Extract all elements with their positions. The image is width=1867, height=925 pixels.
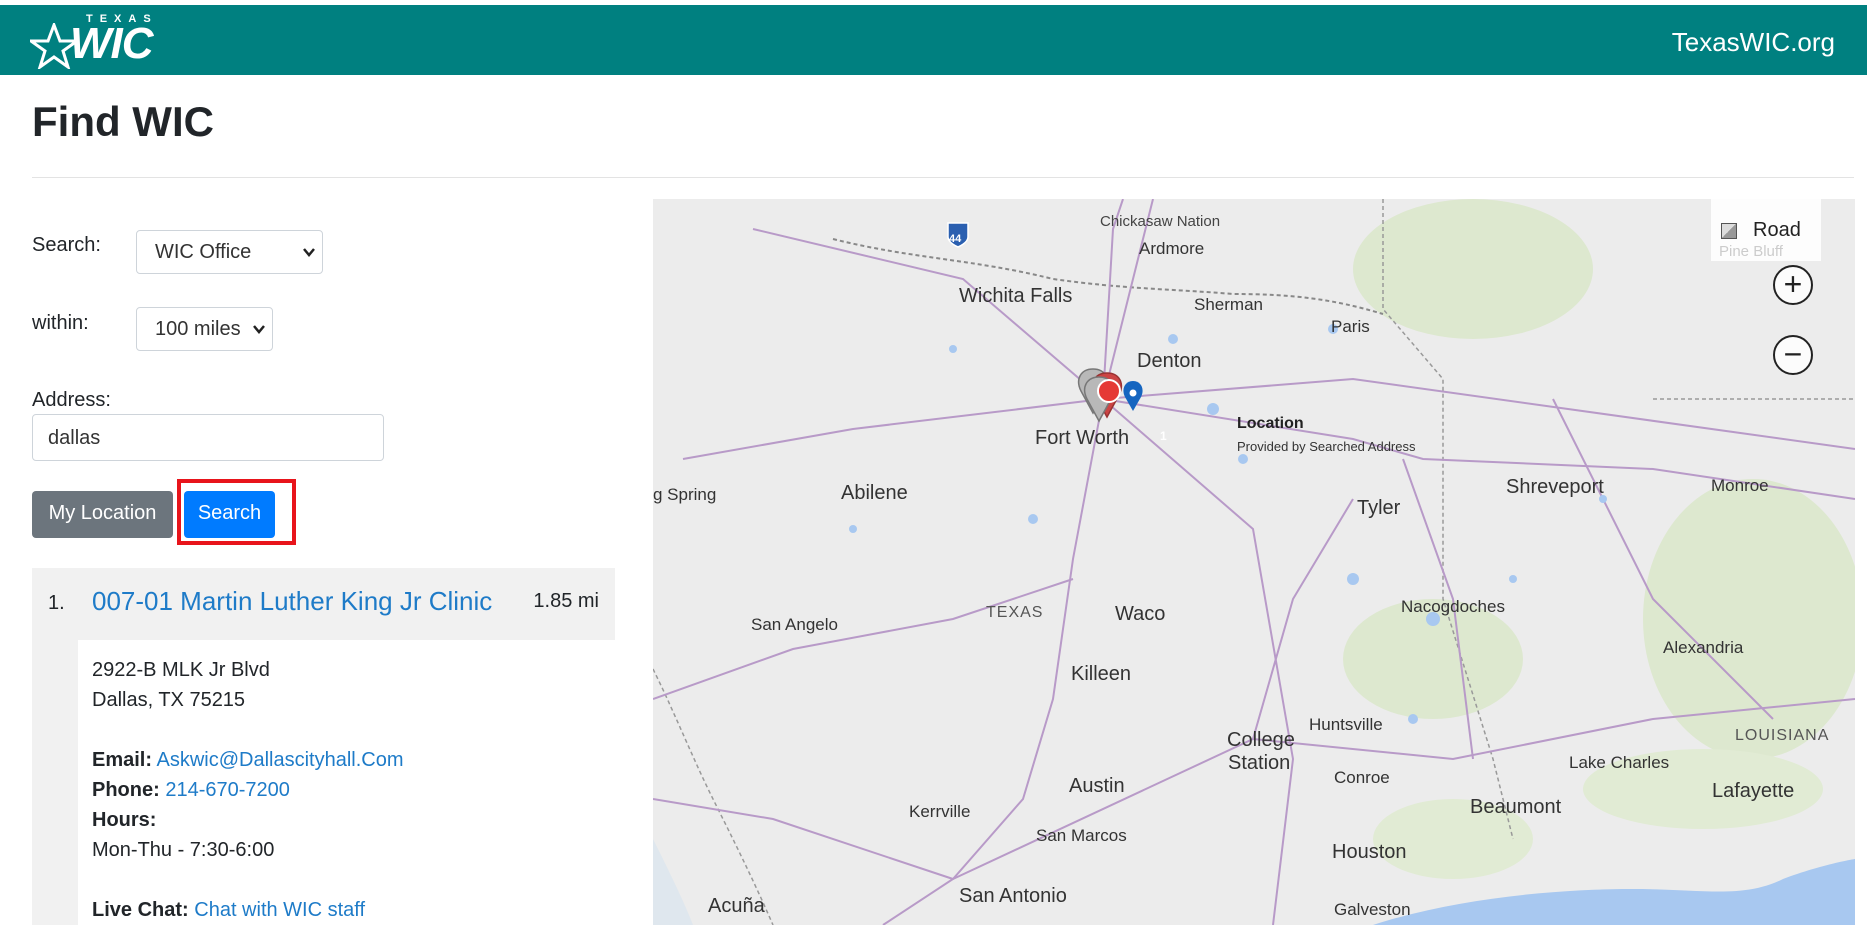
- marker-count: 1: [1160, 429, 1167, 443]
- chat-label: Live Chat:: [92, 899, 189, 921]
- address-input[interactable]: dallas: [32, 414, 384, 461]
- chat-row: Live Chat: Chat with WIC staff: [92, 895, 365, 925]
- map-label-station: Station: [1228, 752, 1291, 774]
- within-select[interactable]: 100 miles: [136, 307, 273, 351]
- result-details: 2922-B MLK Jr Blvd Dallas, TX 75215 Emai…: [78, 640, 615, 925]
- results-list: 1. 007-01 Martin Luther King Jr Clinic 1…: [32, 568, 615, 925]
- map-label-sherman: Sherman: [1194, 295, 1263, 314]
- map-label-san-marcos: San Marcos: [1036, 826, 1127, 845]
- zoom-in-button[interactable]: +: [1773, 265, 1813, 305]
- map-label-beaumont: Beaumont: [1470, 796, 1562, 818]
- map-style-icon: [1721, 223, 1737, 239]
- map-label-kerrville: Kerrville: [909, 802, 971, 821]
- interstate-44-label: 44: [949, 233, 962, 245]
- chevron-down-icon: [303, 248, 315, 257]
- divider: [32, 177, 1854, 178]
- map-label-monroe: Monroe: [1711, 476, 1769, 495]
- hours-label: Hours:: [92, 809, 157, 831]
- map-label-conroe: Conroe: [1334, 768, 1390, 787]
- map-label-waco: Waco: [1115, 603, 1166, 625]
- map-label-houston: Houston: [1332, 841, 1407, 863]
- location-pin-label: Location: [1237, 415, 1304, 432]
- address-label: Address:: [32, 389, 111, 411]
- location-pin-sublabel: Provided by Searched Address: [1237, 439, 1416, 454]
- search-type-value: WIC Office: [155, 241, 252, 263]
- map-label-texas: TEXAS: [986, 604, 1044, 621]
- map[interactable]: 44 Chickasaw Nation Ardmore Wichita Fall…: [653, 199, 1855, 925]
- map-label-huntsville: Huntsville: [1309, 715, 1383, 734]
- map-label-louisiana: LOUISIANA: [1735, 727, 1830, 744]
- top-bar: TEXAS WIC TexasWIC.org: [0, 5, 1867, 75]
- map-label-shreveport: Shreveport: [1506, 476, 1604, 498]
- email-link[interactable]: Askwic@Dallascityhall.Com: [156, 749, 403, 771]
- map-label-tyler: Tyler: [1357, 497, 1401, 519]
- map-label-san-angelo: San Angelo: [751, 615, 838, 634]
- map-label-ardmore: Ardmore: [1139, 239, 1205, 258]
- within-label: within:: [32, 312, 89, 334]
- chevron-down-icon: [253, 325, 265, 334]
- address-line-2: Dallas, TX 75215: [92, 689, 246, 711]
- chat-link[interactable]: Chat with WIC staff: [194, 899, 365, 921]
- search-label: Search:: [32, 234, 101, 256]
- map-label-college: College: [1227, 729, 1295, 751]
- map-label-chickasaw: Chickasaw Nation: [1100, 213, 1221, 230]
- zoom-out-button[interactable]: −: [1773, 335, 1813, 375]
- map-label-lake-charles: Lake Charles: [1569, 753, 1670, 772]
- search-type-select[interactable]: WIC Office: [136, 230, 323, 274]
- email-row: Email: Askwic@Dallascityhall.Com: [92, 745, 404, 775]
- map-label-san-antonio: San Antonio: [959, 885, 1067, 907]
- result-header[interactable]: 1. 007-01 Martin Luther King Jr Clinic 1…: [32, 568, 615, 640]
- map-label-fort-worth: Fort Worth: [1035, 427, 1130, 449]
- phone-link[interactable]: 214-670-7200: [165, 779, 290, 801]
- address-line-1: 2922-B MLK Jr Blvd: [92, 659, 270, 681]
- phone-row: Phone: 214-670-7200: [92, 775, 290, 805]
- page-title: Find WIC: [32, 98, 214, 145]
- map-label-nacogdoches: Nacogdoches: [1401, 597, 1505, 616]
- map-label-killeen: Killeen: [1071, 663, 1132, 685]
- map-style-selector[interactable]: Road Pine Bluff: [1711, 199, 1821, 261]
- within-value: 100 miles: [155, 318, 241, 340]
- logo-wic-text: WIC: [70, 19, 154, 68]
- search-highlight-box: [177, 479, 296, 545]
- map-label-alexandria: Alexandria: [1663, 638, 1744, 657]
- texaswic-link[interactable]: TexasWIC.org: [1672, 27, 1835, 58]
- hours-value: Mon-Thu - 7:30-6:00: [92, 839, 275, 861]
- result-number: 1.: [48, 592, 65, 614]
- map-label-lafayette: Lafayette: [1712, 780, 1795, 802]
- map-label-galveston: Galveston: [1334, 900, 1411, 919]
- map-label-acuna: Acuña: [708, 895, 765, 917]
- map-label-austin: Austin: [1069, 775, 1125, 797]
- phone-label: Phone:: [92, 779, 160, 801]
- map-style-label: Road: [1753, 219, 1801, 241]
- my-location-button[interactable]: My Location: [32, 491, 173, 538]
- email-label: Email:: [92, 749, 153, 771]
- map-label-pine-bluff: Pine Bluff: [1719, 243, 1783, 260]
- result-name-link[interactable]: 007-01 Martin Luther King Jr Clinic: [92, 586, 492, 617]
- map-label-denton: Denton: [1137, 350, 1202, 372]
- map-label-big-spring: g Spring: [653, 485, 717, 504]
- map-label-paris: Paris: [1331, 317, 1370, 336]
- texas-wic-logo[interactable]: TEXAS WIC: [30, 13, 160, 69]
- map-label-wichita-falls: Wichita Falls: [959, 285, 1073, 307]
- map-label-abilene: Abilene: [841, 482, 908, 504]
- result-distance: 1.85 mi: [533, 590, 599, 612]
